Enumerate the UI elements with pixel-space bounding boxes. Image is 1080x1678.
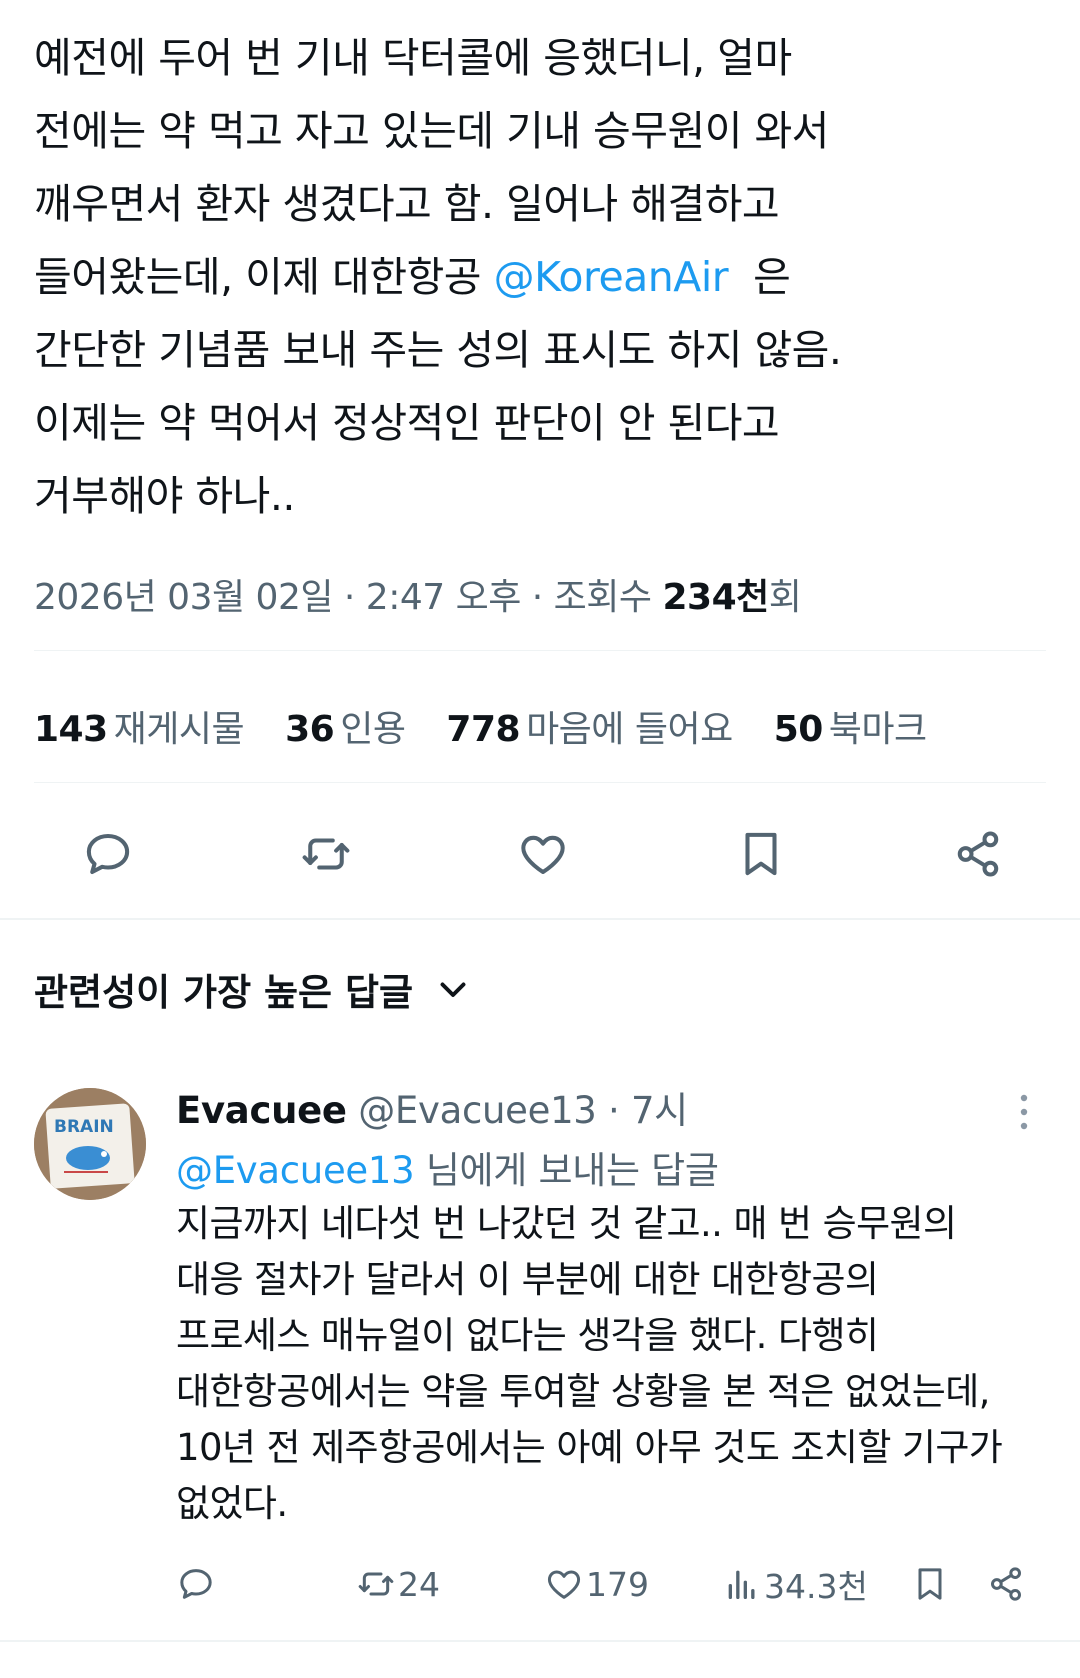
retweet-icon bbox=[302, 838, 349, 870]
reply-line: 지금까지 네다섯 번 나갔던 것 같고.. 매 번 승무원의 bbox=[176, 1202, 957, 1245]
view-count-suffix: 회 bbox=[768, 577, 802, 618]
engagement-stats: 143 재게시물 36 인용 778 마음에 들어요 50 북마크 bbox=[34, 700, 957, 752]
divider bbox=[0, 1640, 1080, 1642]
tweet-line: 간단한 기념품 보내 주는 성의 표시도 하지 않음. bbox=[34, 326, 842, 374]
reply-reply-button[interactable] bbox=[176, 1556, 216, 1612]
tweet-line: 거부해야 하나.. bbox=[34, 472, 295, 520]
reply-line: 프로세스 매뉴얼이 없다는 생각을 했다. 다행히 bbox=[176, 1314, 879, 1357]
reply-header: Evacuee @Evacuee13 · 7시 bbox=[176, 1080, 688, 1134]
stat-count: 50 bbox=[773, 709, 824, 750]
stat-label: 재게시물 bbox=[113, 709, 245, 750]
heart-icon bbox=[547, 1570, 581, 1599]
bookmark-button[interactable] bbox=[731, 824, 791, 884]
section-divider bbox=[0, 918, 1080, 920]
tweet-line: 들어왔는데, 이제 대한항공 @KoreanAir 은 bbox=[34, 241, 1044, 314]
reply-retweet-button[interactable]: 24 bbox=[356, 1556, 440, 1612]
tweet-line-text: 은 bbox=[728, 253, 791, 301]
heart-icon bbox=[521, 835, 565, 875]
more-options-icon[interactable] bbox=[1014, 1092, 1034, 1132]
chevron-down-icon bbox=[440, 982, 466, 997]
divider bbox=[34, 650, 1046, 651]
reply-like-button[interactable]: 179 bbox=[544, 1556, 649, 1612]
tweet-action-bar bbox=[78, 826, 1008, 882]
views-chart-icon bbox=[728, 1570, 755, 1599]
bookmark-icon bbox=[918, 1568, 942, 1600]
tweet-line: 전에는 약 먹고 자고 있는데 기내 승무원이 와서 bbox=[34, 107, 829, 155]
koreanair-mention-link[interactable]: @KoreanAir bbox=[494, 253, 729, 301]
share-icon bbox=[957, 831, 999, 877]
stat-quotes[interactable]: 36 인용 bbox=[285, 700, 406, 752]
reply-sort-dropdown[interactable]: 관련성이 가장 높은 답글 bbox=[34, 962, 471, 1016]
retweet-icon bbox=[358, 1572, 394, 1596]
replying-to: @Evacuee13 님에게 보내는 답글 bbox=[176, 1140, 719, 1194]
stat-count: 36 bbox=[285, 709, 335, 750]
stat-label: 북마크 bbox=[828, 709, 927, 750]
stat-likes[interactable]: 778 마음에 들어요 bbox=[446, 700, 733, 752]
reply-retweet-count: 24 bbox=[398, 1564, 440, 1604]
tweet-line: 예전에 두어 번 기내 닥터콜에 응했더니, 얼마 bbox=[34, 34, 792, 82]
reply-author-handle[interactable]: @Evacuee13 bbox=[358, 1089, 597, 1132]
tweet-line: 이제는 약 먹어서 정상적인 판단이 안 된다고 bbox=[34, 399, 780, 447]
reply-line: 대한항공에서는 약을 투여할 상황을 본 적은 없었는데, bbox=[176, 1370, 990, 1413]
stat-label: 인용 bbox=[340, 709, 406, 750]
reply-icon bbox=[180, 1569, 212, 1599]
tweet-meta: 2026년 03월 02일 · 2:47 오후 · 조회수 234천회 bbox=[34, 568, 802, 620]
reply-share-button[interactable] bbox=[986, 1556, 1026, 1612]
avatar-image: BRAIN bbox=[34, 1088, 146, 1200]
reply-sort-label: 관련성이 가장 높은 답글 bbox=[34, 971, 414, 1014]
reply-like-count: 179 bbox=[586, 1564, 649, 1604]
reply-bookmark-button[interactable] bbox=[910, 1556, 950, 1612]
stat-count: 143 bbox=[34, 709, 108, 750]
avatar[interactable]: BRAIN bbox=[34, 1088, 146, 1200]
tweet-line-text: 들어왔는데, 이제 대한항공 bbox=[34, 253, 494, 301]
reply-line: 대응 절차가 달라서 이 부분에 대한 대한항공의 bbox=[176, 1258, 879, 1301]
reply-view-count: 34.3천 bbox=[764, 1567, 868, 1606]
divider bbox=[34, 782, 1046, 783]
reply-time[interactable]: · 7시 bbox=[597, 1089, 688, 1132]
reply-text: 지금까지 네다섯 번 나갔던 것 같고.. 매 번 승무원의 대응 절차가 달라… bbox=[176, 1196, 1066, 1532]
reply-line: 없었다. bbox=[176, 1482, 288, 1525]
bookmark-icon bbox=[744, 832, 777, 876]
reply-author-name[interactable]: Evacuee bbox=[176, 1089, 347, 1132]
replying-to-suffix: 님에게 보내는 답글 bbox=[414, 1149, 719, 1192]
avatar-brand-text: BRAIN bbox=[54, 1117, 114, 1137]
reply-line: 10년 전 제주항공에서는 아예 아무 것도 조치할 기구가 bbox=[176, 1426, 1003, 1469]
tweet-line: 깨우면서 환자 생겼다고 함. 일어나 해결하고 bbox=[34, 180, 780, 228]
reply-button[interactable] bbox=[78, 824, 138, 884]
retweet-button[interactable] bbox=[296, 824, 356, 884]
share-icon bbox=[991, 1567, 1021, 1601]
view-count: 234천 bbox=[662, 577, 769, 618]
reply-views-button[interactable]: 34.3천 bbox=[722, 1556, 868, 1612]
stat-count: 778 bbox=[446, 709, 521, 750]
stat-bookmarks[interactable]: 50 북마크 bbox=[774, 700, 927, 752]
reply-icon bbox=[86, 833, 130, 875]
stat-label: 마음에 들어요 bbox=[526, 709, 733, 750]
stat-reposts[interactable]: 143 재게시물 bbox=[34, 700, 245, 752]
tweet-timestamp[interactable]: 2026년 03월 02일 · 2:47 오후 · 조회수 bbox=[34, 577, 662, 618]
share-button[interactable] bbox=[948, 824, 1008, 884]
replying-to-mention[interactable]: @Evacuee13 bbox=[176, 1149, 415, 1192]
like-button[interactable] bbox=[513, 824, 573, 884]
tweet-text: 예전에 두어 번 기내 닥터콜에 응했더니, 얼마 전에는 약 먹고 자고 있는… bbox=[34, 22, 1044, 533]
reply-action-bar: 24 179 34.3천 bbox=[176, 1556, 1036, 1612]
